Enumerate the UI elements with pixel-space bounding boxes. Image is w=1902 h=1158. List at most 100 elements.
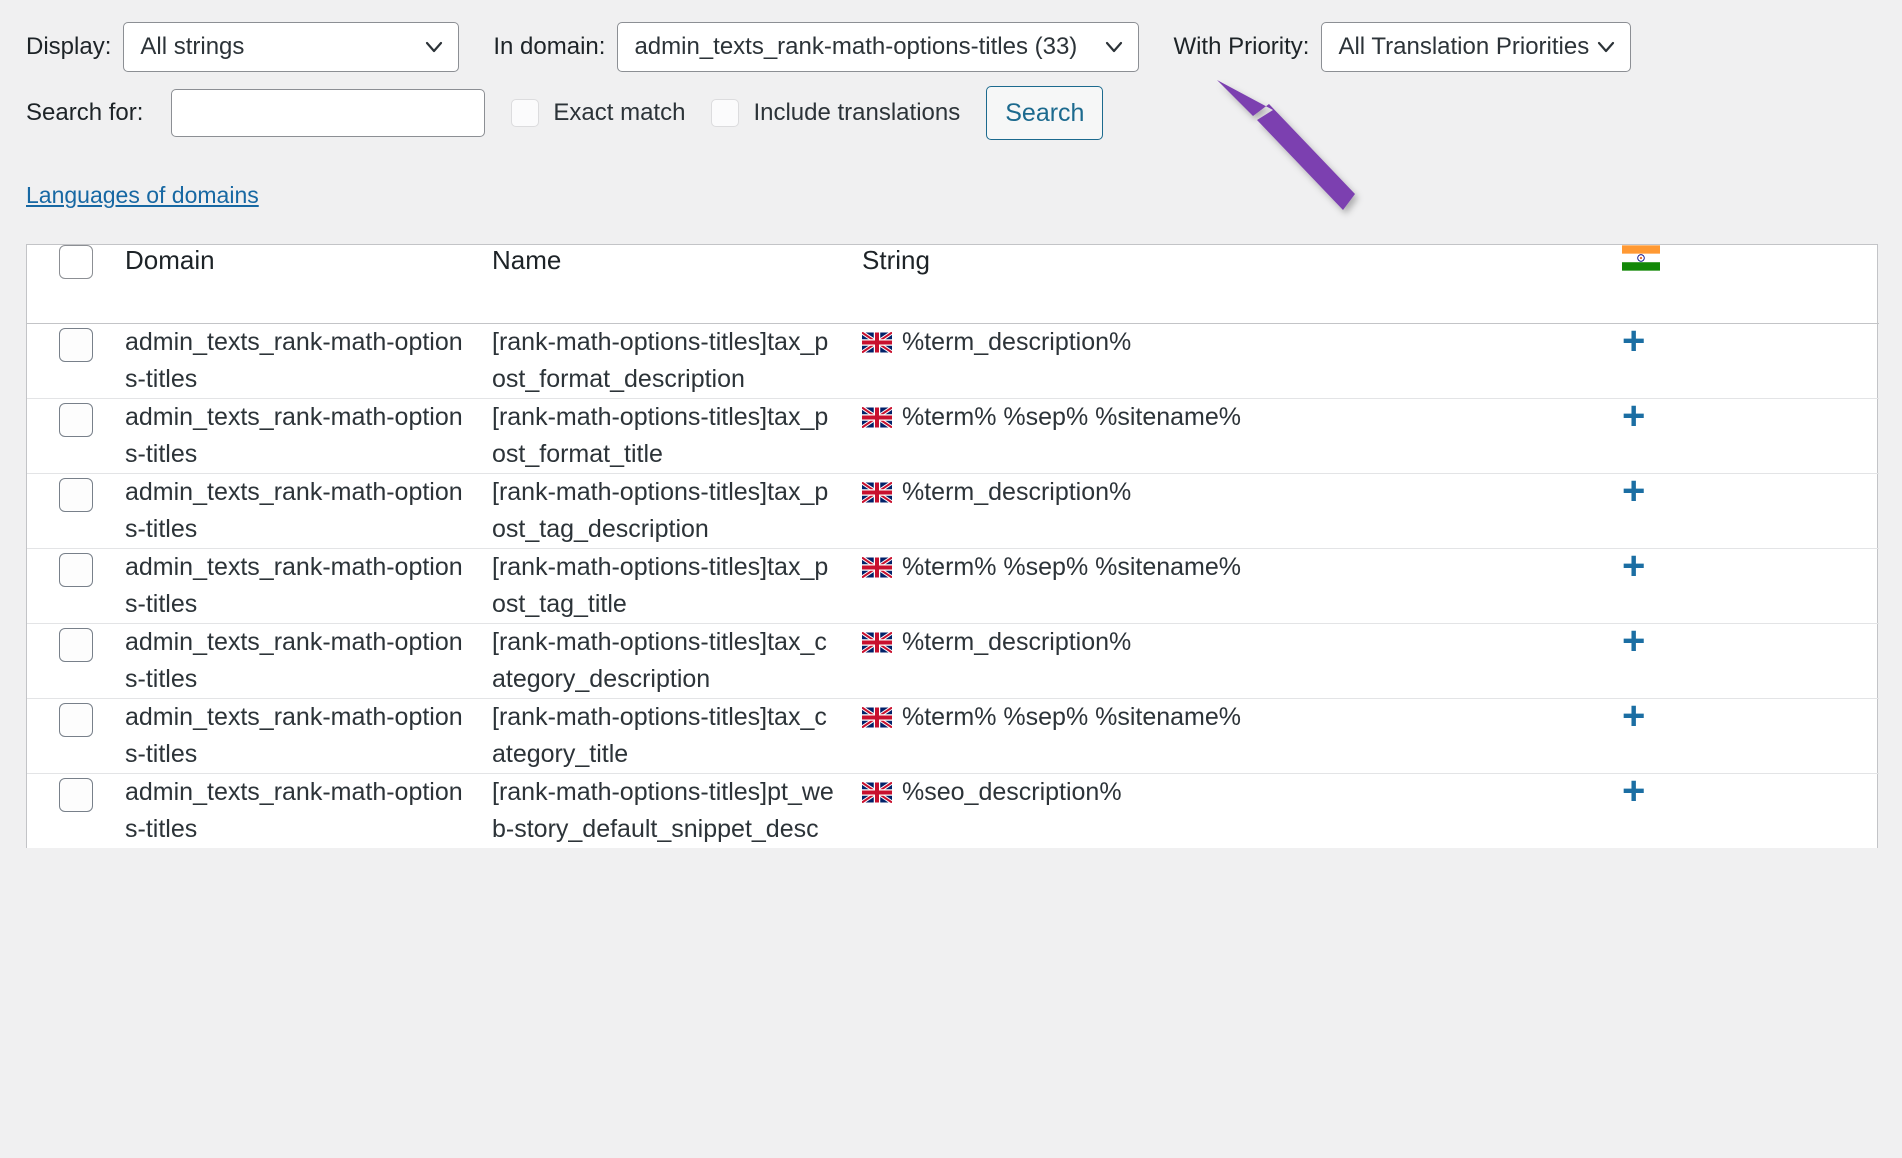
cell-string: %term_description% — [862, 473, 1622, 548]
add-translation-icon[interactable]: + — [1622, 771, 1645, 811]
cell-domain: admin_texts_rank-math-options-titles — [125, 623, 492, 698]
wpml-string-translation-screen: Display: All strings In domain: admin_te… — [0, 0, 1902, 1158]
add-translation-icon[interactable]: + — [1622, 396, 1645, 436]
exact-match-checkbox[interactable] — [511, 99, 540, 127]
chevron-down-icon — [424, 37, 444, 57]
priority-select-value: All Translation Priorities — [1338, 33, 1590, 60]
column-header-language — [1622, 245, 1879, 324]
table-row[interactable]: admin_texts_rank-math-options-titles [ra… — [27, 321, 1879, 398]
cell-add-translation: + — [1622, 621, 1879, 698]
cell-string: %term% %sep% %sitename% — [862, 698, 1622, 773]
search-input[interactable] — [171, 89, 486, 137]
cell-name-text: [rank-math-options-titles]tax_post_forma… — [492, 402, 829, 468]
column-header-domain-label: Domain — [125, 245, 215, 275]
include-translations-checkbox-wrap[interactable]: Include translations — [711, 99, 960, 127]
chevron-down-icon — [1596, 37, 1616, 57]
cell-add-translation: + — [1622, 696, 1879, 773]
table-row[interactable]: admin_texts_rank-math-options-titles [ra… — [27, 621, 1879, 698]
cell-domain-text: admin_texts_rank-math-options-titles — [125, 327, 463, 393]
uk-flag-icon — [862, 549, 892, 578]
cell-name: [rank-math-options-titles]tax_post_tag_t… — [492, 548, 862, 623]
row-select-cell — [27, 623, 125, 698]
cell-name-text: [rank-math-options-titles]pt_web-story_d… — [492, 777, 834, 843]
cell-domain-text: admin_texts_rank-math-options-titles — [125, 402, 463, 468]
cell-domain-text: admin_texts_rank-math-options-titles — [125, 627, 463, 693]
strings-table: Domain Name String admin_texts_rank-math… — [27, 245, 1879, 848]
row-select-checkbox[interactable] — [59, 402, 93, 437]
cell-name: [rank-math-options-titles]tax_post_forma… — [492, 323, 862, 398]
filter-toolbar: Display: All strings In domain: admin_te… — [0, 0, 1902, 232]
cell-name-text: [rank-math-options-titles]tax_category_d… — [492, 627, 827, 693]
search-button[interactable]: Search — [986, 86, 1104, 140]
cell-add-translation: + — [1622, 396, 1879, 473]
column-header-string-label: String — [862, 245, 930, 275]
display-label: Display: — [26, 33, 112, 60]
priority-select[interactable]: All Translation Priorities — [1321, 22, 1632, 72]
search-for-label: Search for: — [26, 99, 144, 126]
cell-domain-text: admin_texts_rank-math-options-titles — [125, 552, 463, 618]
cell-string-text: %term% %sep% %sitename% — [902, 402, 1242, 431]
uk-flag-icon — [862, 774, 892, 803]
include-translations-label: Include translations — [753, 99, 961, 126]
row-select-checkbox[interactable] — [59, 552, 93, 587]
add-translation-icon[interactable]: + — [1622, 696, 1645, 736]
row-select-cell — [27, 398, 125, 473]
cell-add-translation: + — [1622, 546, 1879, 623]
cell-domain-text: admin_texts_rank-math-options-titles — [125, 702, 463, 768]
row-select-cell — [27, 773, 125, 848]
cell-domain: admin_texts_rank-math-options-titles — [125, 698, 492, 773]
cell-string-text: %term% %sep% %sitename% — [902, 702, 1242, 731]
filter-row-primary: Display: All strings In domain: admin_te… — [26, 22, 1632, 72]
table-body: admin_texts_rank-math-options-titles [ra… — [27, 321, 1879, 848]
cell-domain: admin_texts_rank-math-options-titles — [125, 323, 492, 398]
cell-name: [rank-math-options-titles]pt_web-story_d… — [492, 773, 862, 848]
uk-flag-icon — [862, 399, 892, 428]
table-row[interactable]: admin_texts_rank-math-options-titles [ra… — [27, 546, 1879, 623]
exact-match-checkbox-wrap[interactable]: Exact match — [511, 99, 685, 127]
cell-string: %term% %sep% %sitename% — [862, 548, 1622, 623]
cell-string-text: %term_description% — [902, 627, 1132, 656]
table-header-row: Domain Name String — [27, 245, 1879, 324]
add-translation-icon[interactable]: + — [1622, 621, 1645, 661]
languages-of-domains-link[interactable]: Languages of domains — [26, 182, 259, 209]
cell-string-text: %term% %sep% %sitename% — [902, 552, 1242, 581]
uk-flag-icon — [862, 699, 892, 728]
column-header-name-label: Name — [492, 245, 562, 275]
cell-name: [rank-math-options-titles]tax_category_d… — [492, 623, 862, 698]
table-header: Domain Name String — [27, 245, 1879, 324]
table-row[interactable]: admin_texts_rank-math-options-titles [ra… — [27, 471, 1879, 548]
add-translation-icon[interactable]: + — [1622, 546, 1645, 586]
cell-domain: admin_texts_rank-math-options-titles — [125, 773, 492, 848]
cell-name: [rank-math-options-titles]tax_post_tag_d… — [492, 473, 862, 548]
uk-flag-icon — [862, 324, 892, 353]
column-header-string[interactable]: String — [862, 245, 1622, 324]
row-select-checkbox[interactable] — [59, 627, 93, 662]
add-translation-icon[interactable]: + — [1622, 321, 1645, 361]
cell-name: [rank-math-options-titles]tax_post_forma… — [492, 398, 862, 473]
column-header-domain[interactable]: Domain — [125, 245, 492, 324]
strings-table-container: Domain Name String admin_texts_rank-math… — [26, 244, 1879, 848]
row-select-checkbox[interactable] — [59, 702, 93, 737]
select-all-checkbox[interactable] — [59, 245, 93, 279]
add-translation-icon[interactable]: + — [1622, 471, 1645, 511]
cell-string-text: %term_description% — [902, 327, 1132, 356]
table-row[interactable]: admin_texts_rank-math-options-titles [ra… — [27, 696, 1879, 773]
row-select-checkbox[interactable] — [59, 327, 93, 362]
cell-add-translation: + — [1622, 471, 1879, 548]
cell-name-text: [rank-math-options-titles]tax_category_t… — [492, 702, 827, 768]
table-row[interactable]: admin_texts_rank-math-options-titles [ra… — [27, 396, 1879, 473]
row-select-cell — [27, 698, 125, 773]
column-header-name[interactable]: Name — [492, 245, 862, 324]
display-select[interactable]: All strings — [123, 22, 460, 72]
domain-select-value: admin_texts_rank-math-options-titles (33… — [634, 33, 1078, 60]
row-select-checkbox[interactable] — [59, 477, 93, 512]
cell-add-translation: + — [1622, 771, 1879, 848]
row-select-checkbox[interactable] — [59, 777, 93, 812]
cell-string: %seo_description% — [862, 773, 1622, 848]
table-row[interactable]: admin_texts_rank-math-options-titles [ra… — [27, 771, 1879, 848]
domain-select[interactable]: admin_texts_rank-math-options-titles (33… — [617, 22, 1140, 72]
include-translations-checkbox[interactable] — [711, 99, 740, 127]
cell-domain: admin_texts_rank-math-options-titles — [125, 548, 492, 623]
with-priority-label: With Priority: — [1173, 33, 1310, 60]
row-select-cell — [27, 548, 125, 623]
